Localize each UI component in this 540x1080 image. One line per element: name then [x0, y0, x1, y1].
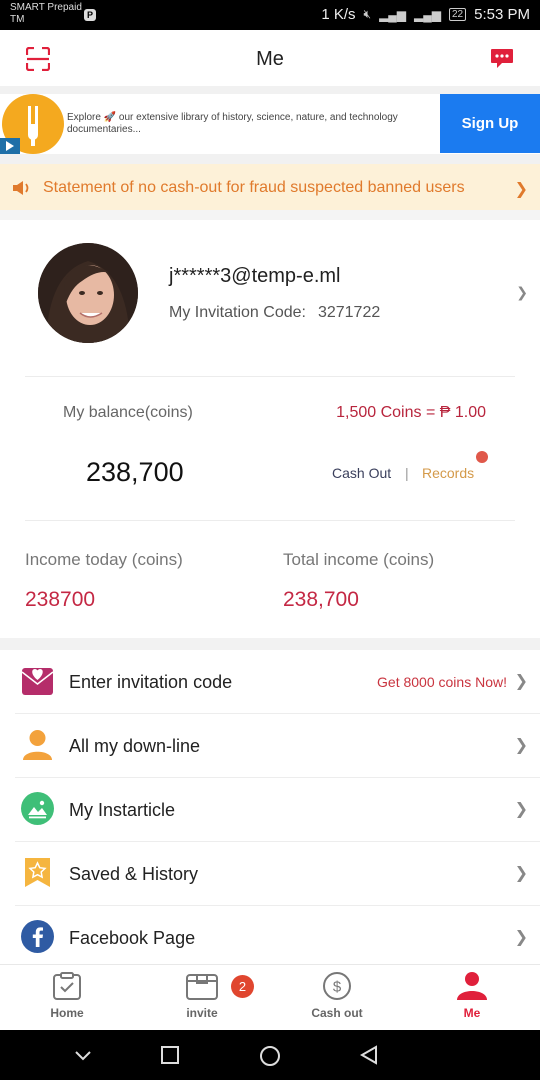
facebook-icon — [21, 920, 54, 953]
menu-label: All my down-line — [69, 736, 201, 756]
chevron-right-icon: ❯ — [514, 673, 528, 690]
menu-label: Enter invitation code — [69, 672, 233, 692]
status-bar: SMART Prepaid TM P 1 K/s 🔇︎ ▂▄▆ ▂▄▆ 22 5… — [0, 0, 540, 30]
exchange-rate: 1,500 Coins = ₱ 1.00 — [336, 404, 486, 421]
profile-chevron-right-icon[interactable]: ❯ — [516, 284, 528, 301]
ad-text: Explore 🚀 our extensive library of histo… — [67, 112, 398, 135]
nav-home[interactable]: Home — [17, 971, 117, 1020]
section-gap — [0, 154, 540, 164]
home-clipboard-icon — [53, 972, 81, 1000]
back-triangle-icon[interactable] — [359, 1045, 379, 1065]
invitation-heart-icon — [21, 668, 54, 695]
app-header: Me — [0, 30, 540, 88]
star-bookmark-icon — [25, 858, 50, 887]
menu-item-my-instarticle[interactable]: My Instarticle ❯ — [0, 778, 540, 842]
battery-icon: 22 — [449, 8, 467, 21]
link-separator: | — [405, 465, 409, 481]
carrier-app-icon: P — [84, 9, 96, 21]
hide-keyboard-chevron-down-icon[interactable] — [73, 1045, 93, 1065]
carrier-line2: TM — [10, 14, 25, 25]
image-icon — [21, 792, 54, 825]
page-title: Me — [256, 48, 284, 70]
menu-item-saved-history[interactable]: Saved & History ❯ — [0, 842, 540, 906]
carrier-name: SMART Prepaid TM — [10, 2, 82, 26]
divider — [25, 520, 515, 521]
income-today-label: Income today (coins) — [25, 550, 183, 569]
divider — [25, 376, 515, 377]
chevron-right-icon: ❯ — [514, 181, 528, 198]
recent-apps-icon[interactable] — [160, 1045, 180, 1065]
total-income-label: Total income (coins) — [283, 550, 435, 569]
signal-icon-2: ▂▄▆ — [414, 7, 441, 22]
ad-sign-up-button[interactable]: Sign Up — [440, 94, 540, 153]
total-income-value: 238,700 — [283, 588, 359, 611]
invitation-code-row: My Invitation Code: 3271722 — [169, 304, 380, 322]
dollar-coin-icon: $ — [323, 972, 351, 1000]
signal-icon: ▂▄▆ — [379, 7, 407, 22]
menu-label: Saved & History — [69, 864, 199, 884]
invitation-promo-text: Get 8000 coins Now! — [377, 674, 507, 690]
section-gap — [0, 210, 540, 220]
network-speed: 1 K/s — [321, 6, 356, 23]
status-icons: 1 K/s 🔇︎ ▂▄▆ ▂▄▆ 22 5:53 PM — [321, 6, 530, 23]
message-icon[interactable] — [490, 46, 514, 70]
ad-choices-icon[interactable] — [0, 138, 20, 154]
person-icon — [457, 972, 487, 1000]
invite-badge: 2 — [231, 975, 254, 998]
bottom-navigation: Home invite $ Cash out Me — [0, 964, 540, 1030]
records-link[interactable]: Records — [422, 465, 474, 481]
balance-label: My balance(coins) — [63, 404, 193, 421]
section-gap — [0, 638, 540, 650]
nav-label: invite — [186, 1006, 218, 1020]
nav-label: Me — [463, 1006, 481, 1020]
carrier-line1: SMART Prepaid — [10, 2, 82, 13]
menu-item-all-my-down-line[interactable]: All my down-line ❯ — [0, 714, 540, 778]
invite-box-icon — [186, 974, 218, 1000]
invitation-label: My Invitation Code: — [169, 304, 306, 321]
svg-text:$: $ — [333, 979, 342, 996]
ad-banner[interactable]: Explore 🚀 our extensive library of histo… — [0, 94, 540, 154]
system-navigation-bar — [0, 1030, 540, 1080]
notice-text: Statement of no cash-out for fraud suspe… — [43, 179, 465, 196]
nav-cash-out[interactable]: $ Cash out — [287, 971, 387, 1020]
chevron-right-icon: ❯ — [514, 929, 528, 946]
home-circle-icon[interactable] — [259, 1045, 281, 1067]
cash-out-link[interactable]: Cash Out — [332, 465, 391, 481]
notification-dot — [476, 451, 488, 463]
user-email: j******3@temp-e.ml — [169, 265, 341, 287]
invitation-code[interactable]: 3271722 — [318, 304, 380, 321]
chevron-right-icon: ❯ — [514, 865, 528, 882]
nav-label: Cash out — [311, 1006, 363, 1020]
mute-icon: 🔇︎ — [363, 7, 372, 21]
person-icon — [23, 730, 52, 760]
notice-banner[interactable]: Statement of no cash-out for fraud suspe… — [0, 164, 540, 210]
menu-item-facebook-page[interactable]: Facebook Page ❯ — [0, 906, 540, 970]
menu-label: My Instarticle — [69, 800, 176, 820]
avatar[interactable] — [38, 243, 138, 343]
menu-item-enter-invitation-code[interactable]: Enter invitation code Get 8000 coins Now… — [0, 650, 540, 714]
income-today-value: 238700 — [25, 588, 96, 611]
menu-label: Facebook Page — [69, 928, 196, 948]
clock: 5:53 PM — [474, 6, 530, 23]
balance-value: 238,700 — [86, 457, 184, 487]
speaker-icon — [13, 181, 29, 195]
chevron-right-icon: ❯ — [514, 737, 528, 754]
section-gap — [0, 86, 540, 94]
chevron-right-icon: ❯ — [514, 801, 528, 818]
nav-label: Home — [50, 1006, 84, 1020]
nav-me[interactable]: Me — [422, 971, 522, 1020]
